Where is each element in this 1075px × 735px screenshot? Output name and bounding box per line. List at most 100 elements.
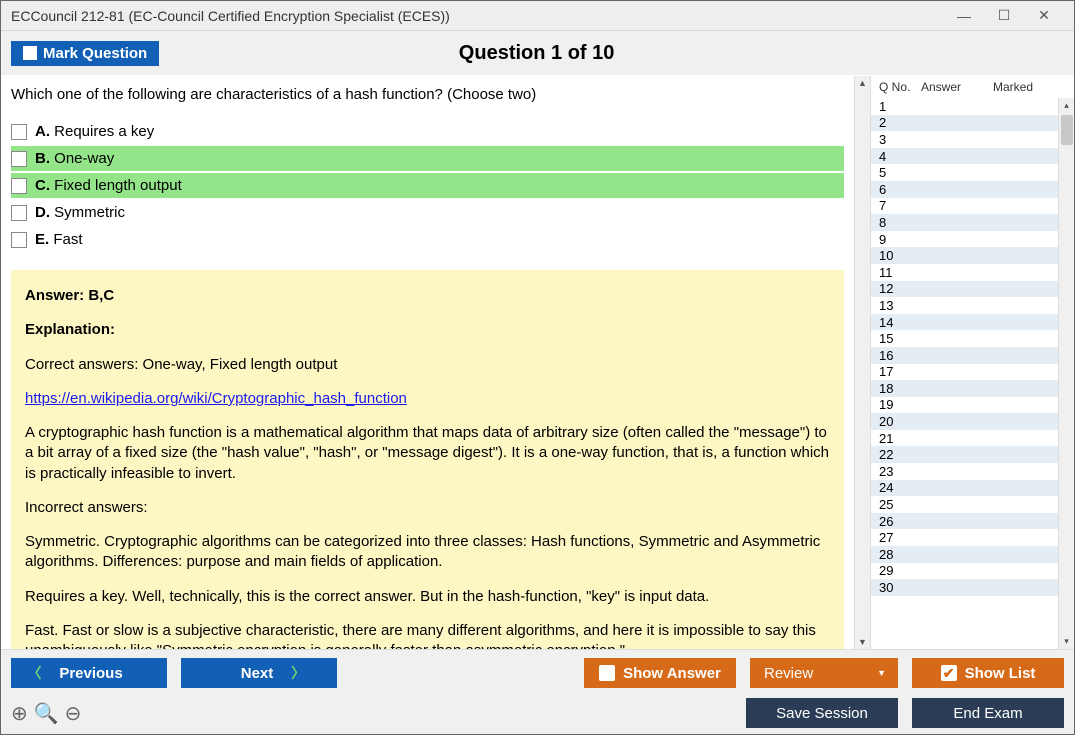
question-list-panel: Q No. Answer Marked 12345678910111213141… xyxy=(870,76,1074,649)
question-list-row[interactable]: 26 xyxy=(871,513,1074,530)
side-scrollbar[interactable]: ▴ ▾ xyxy=(1058,98,1074,649)
option-label: B. One-way xyxy=(35,150,114,167)
chevron-left-icon: 〈 xyxy=(27,663,41,683)
question-list-row[interactable]: 18 xyxy=(871,380,1074,397)
question-list-row[interactable]: 4 xyxy=(871,148,1074,165)
mark-question-label: Mark Question xyxy=(43,45,147,62)
explanation-para-2: Symmetric. Cryptographic algorithms can … xyxy=(25,532,830,573)
checkbox-icon[interactable] xyxy=(11,232,27,248)
question-list-row[interactable]: 7 xyxy=(871,198,1074,215)
maximize-icon[interactable]: ☐ xyxy=(984,7,1024,24)
review-dropdown[interactable]: Review ▼ xyxy=(750,658,898,688)
explanation-label: Explanation: xyxy=(25,320,830,340)
scroll-thumb[interactable] xyxy=(1061,115,1073,145)
checkbox-icon xyxy=(23,46,37,60)
answer-line: Answer: B,C xyxy=(25,286,830,306)
show-list-button[interactable]: ✔ Show List xyxy=(912,658,1064,688)
correct-answers-line: Correct answers: One-way, Fixed length o… xyxy=(25,355,830,375)
checkbox-icon[interactable] xyxy=(11,151,27,167)
options-list: A. Requires a key B. One-way C. Fixed leng… xyxy=(11,119,854,252)
previous-button[interactable]: 〈 Previous xyxy=(11,658,167,688)
checkbox-icon[interactable] xyxy=(11,178,27,194)
col-answer: Answer xyxy=(921,80,993,94)
question-list-row[interactable]: 10 xyxy=(871,247,1074,264)
main-pane: Which one of the following are character… xyxy=(1,76,870,649)
explanation-para-1: A cryptographic hash function is a mathe… xyxy=(25,423,830,484)
question-list[interactable]: 1234567891011121314151617181920212223242… xyxy=(871,98,1074,649)
scroll-up-icon[interactable]: ▲ xyxy=(858,76,867,90)
previous-label: Previous xyxy=(59,665,122,682)
question-list-row[interactable]: 12 xyxy=(871,281,1074,298)
mark-question-button[interactable]: Mark Question xyxy=(11,41,159,66)
footer: 〈 Previous Next 〉 Show Answer Review ▼ ✔… xyxy=(1,649,1074,734)
question-list-row[interactable]: 30 xyxy=(871,579,1074,596)
explanation-para-3: Requires a key. Well, technically, this … xyxy=(25,587,830,607)
answer-panel: Answer: B,C Explanation: Correct answers… xyxy=(11,270,844,649)
question-list-row[interactable]: 29 xyxy=(871,563,1074,580)
question-list-row[interactable]: 17 xyxy=(871,364,1074,381)
content-area: Which one of the following are character… xyxy=(1,75,1074,649)
option-label: A. Requires a key xyxy=(35,123,154,140)
option-label: C. Fixed length output xyxy=(35,177,182,194)
question-list-row[interactable]: 15 xyxy=(871,330,1074,347)
question-list-row[interactable]: 6 xyxy=(871,181,1074,198)
checkbox-checked-icon: ✔ xyxy=(941,665,957,681)
question-list-header: Q No. Answer Marked xyxy=(871,76,1074,98)
option-row[interactable]: C. Fixed length output xyxy=(11,173,844,198)
option-label: D. Symmetric xyxy=(35,204,125,221)
question-list-row[interactable]: 25 xyxy=(871,496,1074,513)
question-counter: Question 1 of 10 xyxy=(159,42,914,65)
save-session-button[interactable]: Save Session xyxy=(746,698,898,728)
show-list-label: Show List xyxy=(965,665,1036,682)
main-scrollbar[interactable]: ▲ ▼ xyxy=(854,76,870,649)
incorrect-label: Incorrect answers: xyxy=(25,498,830,518)
end-exam-button[interactable]: End Exam xyxy=(912,698,1064,728)
question-list-row[interactable]: 27 xyxy=(871,529,1074,546)
scroll-down-icon[interactable]: ▼ xyxy=(858,635,867,649)
close-icon[interactable]: ✕ xyxy=(1024,7,1064,24)
review-label: Review xyxy=(764,665,813,682)
show-answer-label: Show Answer xyxy=(623,665,721,682)
chevron-down-icon: ▼ xyxy=(877,668,886,678)
zoom-in-icon[interactable]: ⊕ xyxy=(11,701,28,726)
checkbox-icon[interactable] xyxy=(11,205,27,221)
question-list-row[interactable]: 21 xyxy=(871,430,1074,447)
next-button[interactable]: Next 〉 xyxy=(181,658,337,688)
question-list-row[interactable]: 28 xyxy=(871,546,1074,563)
option-row[interactable]: D. Symmetric xyxy=(11,200,844,225)
option-label: E. Fast xyxy=(35,231,83,248)
reference-link[interactable]: https://en.wikipedia.org/wiki/Cryptograp… xyxy=(25,390,407,407)
explanation-para-4: Fast. Fast or slow is a subjective chara… xyxy=(25,621,830,649)
question-list-row[interactable]: 14 xyxy=(871,314,1074,331)
question-list-row[interactable]: 11 xyxy=(871,264,1074,281)
option-row[interactable]: A. Requires a key xyxy=(11,119,844,144)
question-list-row[interactable]: 9 xyxy=(871,231,1074,248)
zoom-controls: ⊕ 🔍 ⊖ xyxy=(11,701,81,726)
question-list-row[interactable]: 3 xyxy=(871,131,1074,148)
question-list-row[interactable]: 8 xyxy=(871,214,1074,231)
question-list-row[interactable]: 1 xyxy=(871,98,1074,115)
show-answer-button[interactable]: Show Answer xyxy=(584,658,736,688)
col-qno: Q No. xyxy=(879,80,921,94)
scroll-down-icon[interactable]: ▾ xyxy=(1064,634,1069,649)
question-list-row[interactable]: 23 xyxy=(871,463,1074,480)
question-list-row[interactable]: 16 xyxy=(871,347,1074,364)
option-row[interactable]: B. One-way xyxy=(11,146,844,171)
question-list-row[interactable]: 24 xyxy=(871,480,1074,497)
question-list-row[interactable]: 2 xyxy=(871,115,1074,132)
zoom-reset-icon[interactable]: 🔍 xyxy=(34,701,59,726)
checkbox-icon[interactable] xyxy=(11,124,27,140)
zoom-out-icon[interactable]: ⊖ xyxy=(65,701,82,726)
question-list-row[interactable]: 13 xyxy=(871,297,1074,314)
next-label: Next xyxy=(241,665,274,682)
question-list-row[interactable]: 22 xyxy=(871,446,1074,463)
question-prompt: Which one of the following are character… xyxy=(11,86,854,103)
minimize-icon[interactable]: — xyxy=(944,8,984,24)
question-list-row[interactable]: 5 xyxy=(871,164,1074,181)
scroll-up-icon[interactable]: ▴ xyxy=(1064,98,1069,113)
option-row[interactable]: E. Fast xyxy=(11,227,844,252)
titlebar: ECCouncil 212-81 (EC-Council Certified E… xyxy=(1,1,1074,31)
question-list-row[interactable]: 19 xyxy=(871,397,1074,414)
question-area: Which one of the following are character… xyxy=(1,76,854,649)
question-list-row[interactable]: 20 xyxy=(871,413,1074,430)
